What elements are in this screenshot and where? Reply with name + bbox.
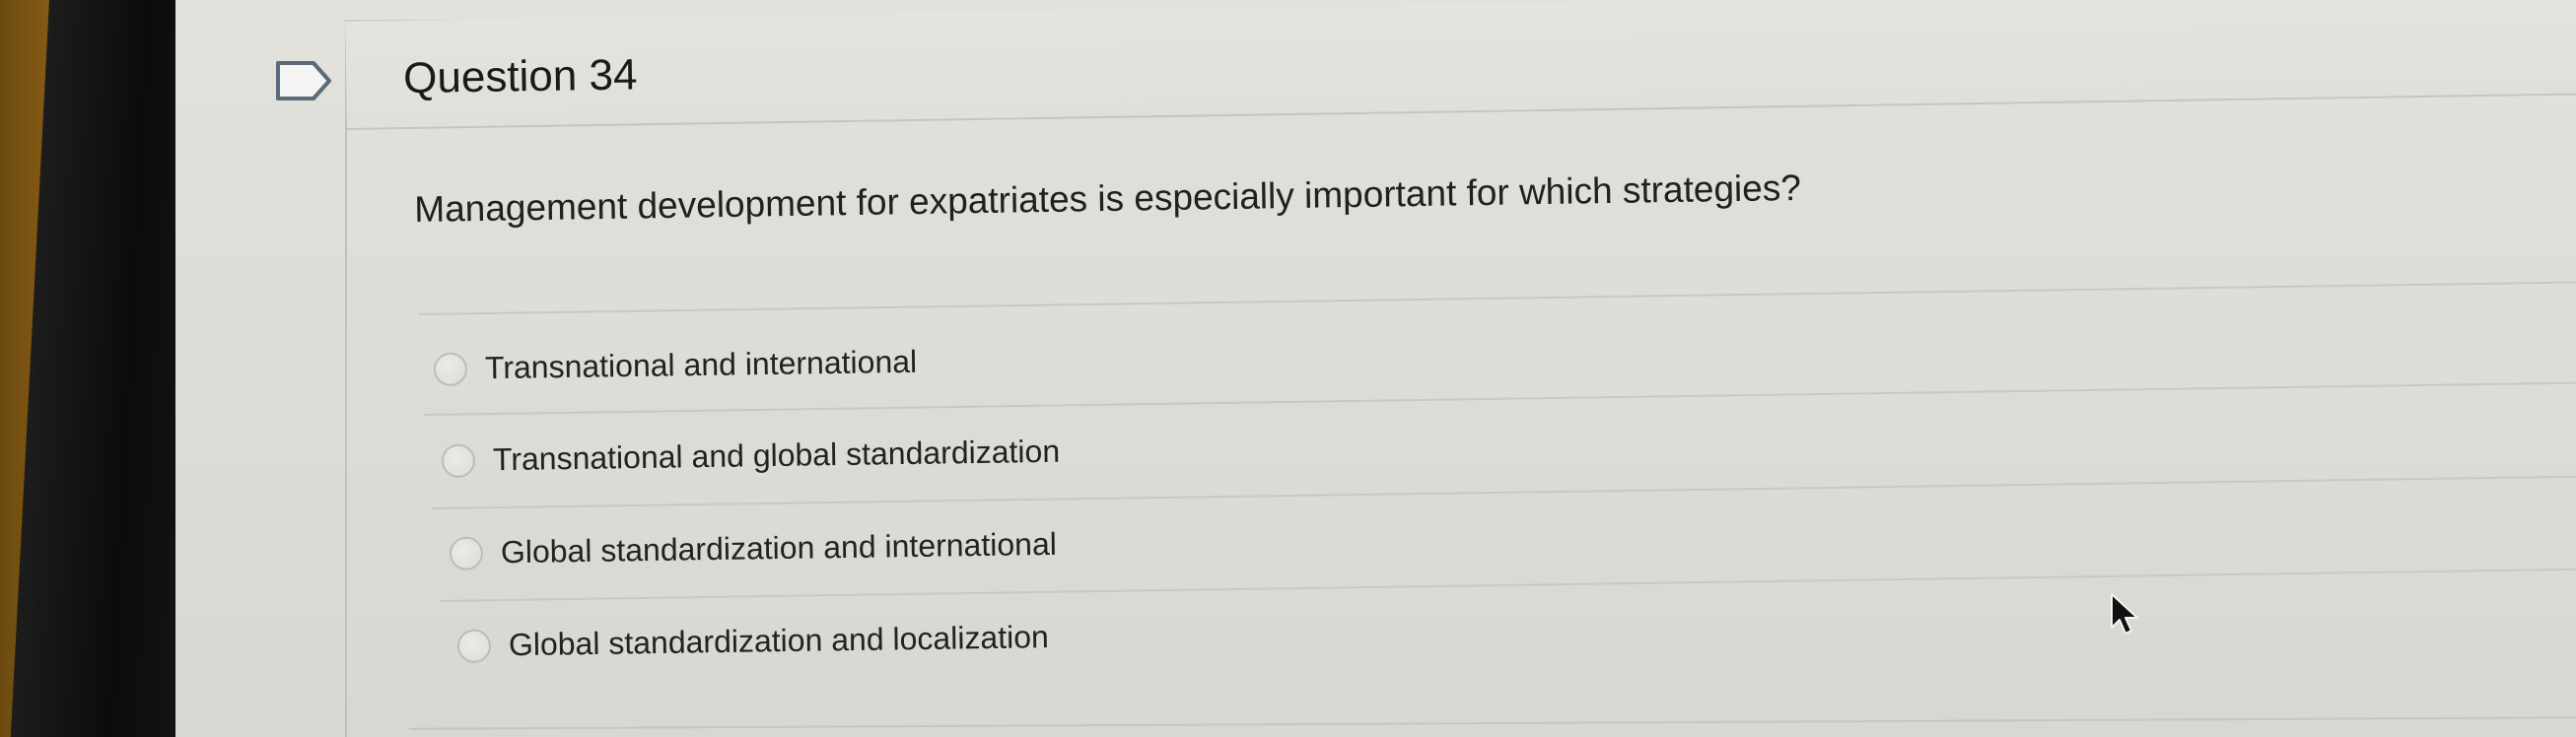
radio-button-icon[interactable] — [433, 352, 468, 386]
question-title: Question 34 — [402, 50, 638, 103]
option-label: Transnational and international — [484, 343, 918, 386]
radio-button-icon[interactable] — [456, 629, 492, 663]
flag-icon[interactable] — [274, 59, 333, 102]
question-header: Question 34 — [345, 0, 2576, 130]
cursor-arrow-icon — [2111, 593, 2138, 635]
option-label: Transnational and global standardization — [492, 433, 1061, 478]
radio-button-icon[interactable] — [441, 443, 476, 478]
option-label: Global standardization and localization — [508, 619, 1050, 663]
radio-button-icon[interactable] — [449, 536, 484, 570]
option-label: Global standardization and international — [500, 525, 1058, 570]
